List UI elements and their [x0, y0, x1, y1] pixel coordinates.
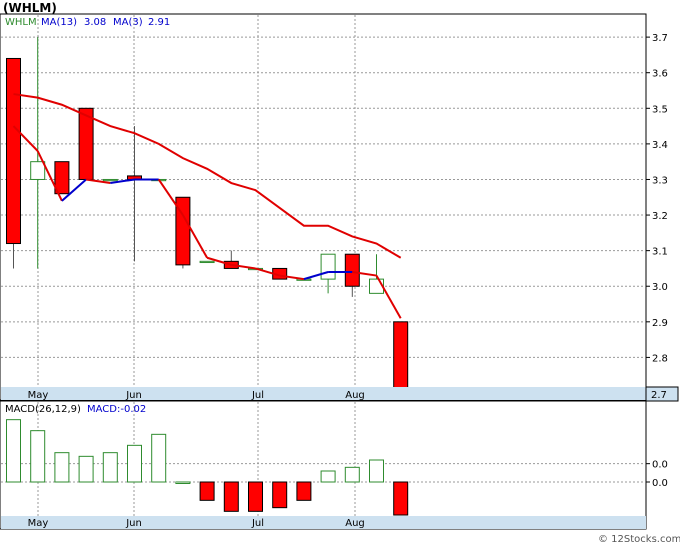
legend-symbol: WHLM: [5, 17, 37, 28]
legend-ma3-value: 2.91: [148, 17, 170, 28]
macd-panel-frame: [0, 400, 647, 530]
y-tick-label: 3.6: [652, 69, 668, 80]
y-tick-label: 2.9: [652, 318, 668, 329]
macd-bar: [272, 481, 288, 509]
macd-y-tick-label: 0.0: [652, 478, 668, 489]
x-axis-label: Jun: [125, 518, 142, 529]
macd-bar: [127, 444, 142, 483]
y-tick-label: 3.0: [652, 282, 668, 293]
stock-chart: (WHLM) WHLM MA(13) 3.08 MA(3) 2.91 May Ju…: [0, 1, 680, 545]
y-tick-label: 3.2: [652, 211, 668, 222]
candle-body: [344, 253, 360, 287]
x-axis-label: Aug: [345, 518, 365, 529]
macd-bar: [30, 430, 46, 483]
candle-body: [6, 57, 21, 245]
x-axis-label: Jul: [251, 390, 264, 401]
macd-bar: [151, 433, 167, 483]
x-axis-label: May: [28, 518, 49, 529]
y-tick-label: 3.3: [652, 175, 668, 186]
macd-bar: [248, 481, 263, 512]
x-axis-label: Aug: [345, 390, 365, 401]
candle-body: [78, 107, 94, 180]
y-tick-label: 3.4: [652, 140, 668, 151]
candle-body: [320, 253, 336, 280]
legend-ma13-label: MA(13): [41, 17, 77, 28]
candle-body: [30, 161, 46, 180]
macd-y-axis-ticks: 0.0 0.0: [646, 460, 668, 489]
candle-body: [102, 178, 118, 182]
candle: [369, 254, 384, 294]
macd-bar: [102, 452, 118, 483]
macd-x-axis-band: [1, 516, 646, 529]
macd-bar: [393, 481, 409, 516]
macd-bar: [175, 481, 191, 484]
macd-bar: [78, 455, 94, 483]
legend-ma3-label: MA(3): [113, 17, 143, 28]
candle: [344, 253, 360, 297]
y-tick-label: 3.5: [652, 104, 668, 115]
y-tick-label: 3.7: [652, 33, 668, 44]
main-y-axis-ticks: 3.7 3.6 3.5 3.4 3.3 3.2 3.1 3.0 2.9 2.8: [646, 33, 668, 364]
candle-body: [199, 260, 215, 264]
macd-bar: [296, 481, 312, 501]
candle: [127, 126, 142, 262]
main-x-axis-band: [1, 387, 646, 400]
macd-bar: [6, 419, 21, 483]
last-price-label: 2.7: [651, 390, 667, 401]
candle: [78, 107, 94, 180]
y-tick-label: 3.1: [652, 247, 668, 258]
macd-bar: [199, 481, 215, 501]
candle: [393, 321, 409, 394]
macd-y-tick-label: 0.0: [652, 460, 668, 471]
candle: [199, 260, 215, 264]
macd-legend-value: MACD:-0.02: [87, 404, 146, 415]
macd-bar: [320, 470, 336, 483]
x-axis-label: May: [28, 390, 49, 401]
macd-panel-grid: [1, 402, 645, 516]
main-panel-frame: [0, 13, 647, 401]
candle: [102, 178, 118, 182]
legend-ma13-value: 3.08: [84, 17, 106, 28]
moving-average-lines: [12, 93, 402, 319]
ma3-segment: [375, 275, 402, 319]
main-panel-grid: [1, 15, 645, 387]
x-axis-label: Jun: [125, 390, 142, 401]
macd-legend-label: MACD(26,12,9): [5, 404, 81, 415]
candle-body: [369, 278, 384, 294]
candle: [6, 57, 21, 269]
x-axis-label: Jul: [251, 518, 264, 529]
y-tick-label: 2.8: [652, 353, 668, 364]
footer-credit: © 12Stocks.com: [598, 534, 680, 545]
ma13-line: [13, 93, 402, 259]
macd-bar: [54, 452, 70, 483]
candle-body: [393, 321, 409, 394]
macd-bar: [369, 459, 384, 483]
chart-title: (WHLM): [3, 1, 57, 15]
macd-bar: [344, 466, 360, 483]
macd-bar: [223, 481, 239, 512]
macd-histogram: [6, 419, 409, 516]
